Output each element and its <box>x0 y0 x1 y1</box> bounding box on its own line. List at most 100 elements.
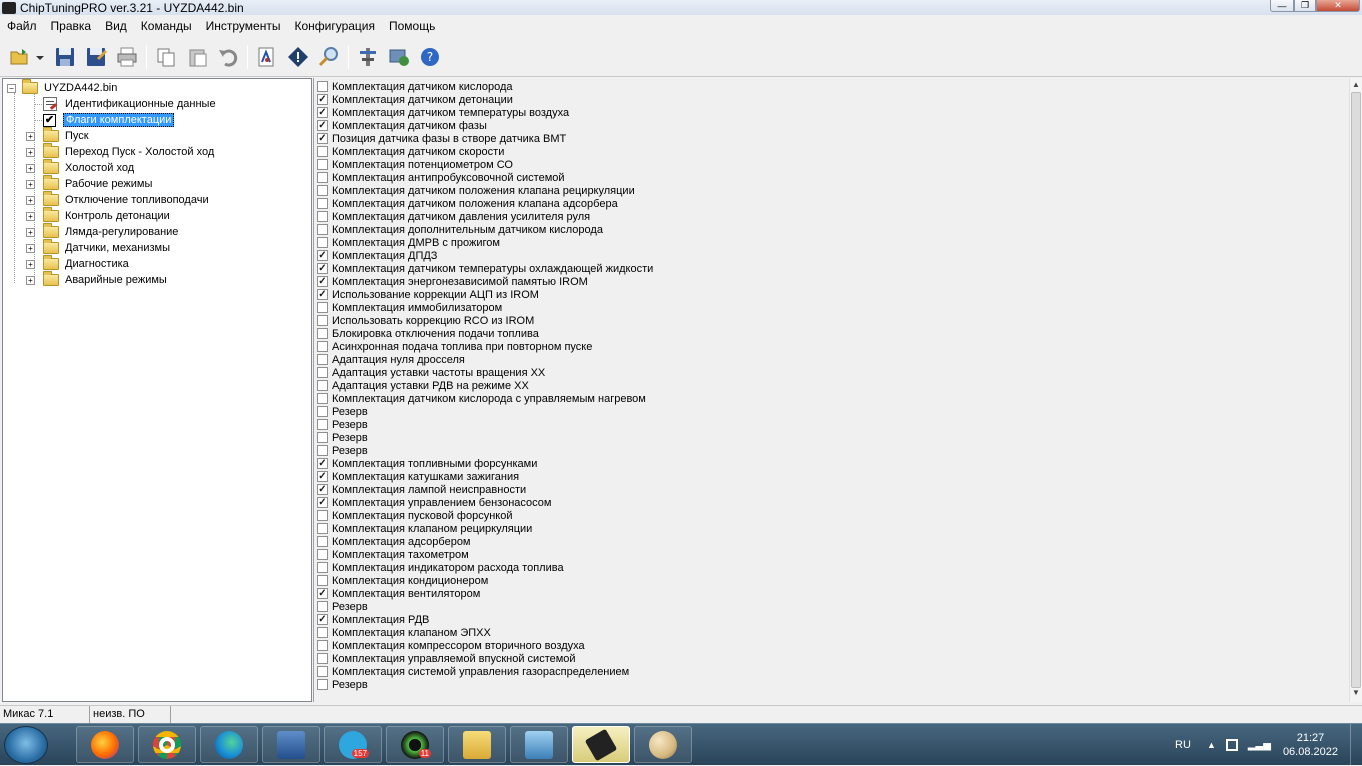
flag-row[interactable]: ✓ Комплектация катушками зажигания <box>317 470 519 483</box>
flag-row[interactable]: Использовать коррекцию RCO из IROM <box>317 314 534 327</box>
flag-row[interactable]: Асинхронная подача топлива при повторном… <box>317 340 592 353</box>
flag-row[interactable]: Комплектация кондиционером <box>317 574 488 587</box>
flag-row[interactable]: Адаптация уставки частоты вращения ХХ <box>317 366 545 379</box>
close-button[interactable]: ✕ <box>1316 0 1360 12</box>
save-as-icon[interactable] <box>84 45 108 69</box>
expand-expander[interactable]: + <box>26 275 35 285</box>
expand-expander[interactable]: + <box>26 163 35 173</box>
checkbox-checked[interactable]: ✓ <box>317 588 328 599</box>
checkbox-unchecked[interactable] <box>317 302 328 313</box>
telegram-icon[interactable]: 157 <box>324 726 382 763</box>
clock[interactable]: 21:27 06.08.2022 <box>1283 731 1338 759</box>
device-icon[interactable] <box>1225 739 1238 751</box>
flag-row[interactable]: ✓ Комплектация датчиком температуры охлаж… <box>317 262 653 275</box>
tree-item-emergency-modes[interactable]: + Аварийные режимы <box>26 271 169 288</box>
flag-row[interactable]: Комплектация адсорбером <box>317 535 471 548</box>
language-indicator[interactable]: RU <box>1175 739 1191 751</box>
tree-item-lambda[interactable]: + Лямда-регулирование <box>26 223 180 240</box>
flag-row[interactable]: Резерв <box>317 431 368 444</box>
checkbox-unchecked[interactable] <box>317 510 328 521</box>
checkbox-checked[interactable]: ✓ <box>317 120 328 131</box>
flag-row[interactable]: Комплектация датчиком положения клапана … <box>317 184 635 197</box>
checkbox-unchecked[interactable] <box>317 679 328 690</box>
game-icon[interactable]: 11 <box>386 726 444 763</box>
tools-icon[interactable] <box>356 45 380 69</box>
tree-item-flags[interactable]: ✔ Флаги комплектации <box>43 112 175 128</box>
expand-expander[interactable]: + <box>26 211 35 221</box>
undo-icon[interactable] <box>216 45 240 69</box>
chrome-icon[interactable] <box>138 726 196 763</box>
collapse-expander[interactable]: − <box>7 83 16 93</box>
flag-row[interactable]: Комплектация клапаном ЭПХХ <box>317 626 491 639</box>
checkbox-unchecked[interactable] <box>317 380 328 391</box>
tree-item-operating-modes[interactable]: + Рабочие режимы <box>26 175 154 192</box>
flag-row[interactable]: ✓ Комплектация топливными форсунками <box>317 457 537 470</box>
remote-desktop-icon[interactable] <box>262 726 320 763</box>
paste-icon[interactable] <box>186 45 210 69</box>
expand-expander[interactable]: + <box>26 243 35 253</box>
scroll-down-icon[interactable]: ▼ <box>1350 688 1362 700</box>
flag-row[interactable]: Комплектация потенциометром СО <box>317 158 513 171</box>
flag-row[interactable]: ✓ Комплектация вентилятором <box>317 587 480 600</box>
checkbox-unchecked[interactable] <box>317 536 328 547</box>
flag-row[interactable]: Адаптация нуля дросселя <box>317 353 465 366</box>
checkbox-unchecked[interactable] <box>317 653 328 664</box>
flag-row[interactable]: ✓ Комплектация управлением бензонасосом <box>317 496 551 509</box>
checkbox-unchecked[interactable] <box>317 81 328 92</box>
firefox-icon[interactable] <box>76 726 134 763</box>
checkbox-unchecked[interactable] <box>317 224 328 235</box>
flag-row[interactable]: ✓ Использование коррекции АЦП из IROM <box>317 288 539 301</box>
expand-expander[interactable]: + <box>26 179 35 189</box>
tray-expand-icon[interactable]: ▲ <box>1207 740 1216 750</box>
flag-row[interactable]: Резерв <box>317 405 368 418</box>
open-icon[interactable] <box>8 45 32 69</box>
photo-viewer-icon[interactable] <box>510 726 568 763</box>
tree-root[interactable]: − UYZDA442.bin <box>7 79 119 96</box>
checkbox-unchecked[interactable] <box>317 575 328 586</box>
menu-edit[interactable]: Правка <box>44 19 99 33</box>
checkbox-unchecked[interactable] <box>317 198 328 209</box>
scroll-thumb[interactable] <box>1351 92 1361 688</box>
checkbox-unchecked[interactable] <box>317 146 328 157</box>
checkbox-checked[interactable]: ✓ <box>317 289 328 300</box>
checkbox-checked[interactable]: ✓ <box>317 497 328 508</box>
expand-expander[interactable]: + <box>26 227 35 237</box>
checkbox-unchecked[interactable] <box>317 367 328 378</box>
checkbox-unchecked[interactable] <box>317 523 328 534</box>
tree-item-start-to-idle[interactable]: + Переход Пуск - Холостой ход <box>26 143 216 160</box>
flag-row[interactable]: ✓ Комплектация ДПДЗ <box>317 249 437 262</box>
flag-row[interactable]: Комплектация пусковой форсункой <box>317 509 513 522</box>
flag-row[interactable]: Комплектация клапаном рециркуляции <box>317 522 532 535</box>
checkbox-unchecked[interactable] <box>317 432 328 443</box>
checkbox-unchecked[interactable] <box>317 172 328 183</box>
menu-configuration[interactable]: Конфигурация <box>287 19 382 33</box>
paint-icon[interactable] <box>634 726 692 763</box>
checkbox-unchecked[interactable] <box>317 445 328 456</box>
flag-row[interactable]: Комплектация датчиком скорости <box>317 145 504 158</box>
menu-file[interactable]: Файл <box>0 19 44 33</box>
flag-row[interactable]: ✓ Комплектация энергонезависимой памятью … <box>317 275 588 288</box>
checkbox-unchecked[interactable] <box>317 185 328 196</box>
start-button[interactable] <box>4 726 48 764</box>
dropdown-arrow-icon[interactable] <box>34 45 46 69</box>
diamond-info-icon[interactable] <box>286 45 310 69</box>
flag-row[interactable]: Резерв <box>317 418 368 431</box>
tree-item-knock-control[interactable]: + Контроль детонации <box>26 207 172 224</box>
tree-item-fuel-cutoff[interactable]: + Отключение топливоподачи <box>26 191 211 208</box>
expand-expander[interactable]: + <box>26 147 35 157</box>
checkbox-checked[interactable]: ✓ <box>317 94 328 105</box>
search-icon[interactable] <box>317 45 341 69</box>
menu-commands[interactable]: Команды <box>134 19 199 33</box>
edge-icon[interactable] <box>200 726 258 763</box>
flag-row[interactable]: Комплектация управляемой впускной систем… <box>317 652 576 665</box>
flag-row[interactable]: Комплектация датчиком давления усилителя… <box>317 210 590 223</box>
checkbox-unchecked[interactable] <box>317 315 328 326</box>
menu-view[interactable]: Вид <box>98 19 134 33</box>
checkbox-unchecked[interactable] <box>317 406 328 417</box>
checkbox-checked[interactable]: ✓ <box>317 276 328 287</box>
show-desktop-button[interactable] <box>1350 724 1362 766</box>
expand-expander[interactable]: + <box>26 259 35 269</box>
print-icon[interactable] <box>115 45 139 69</box>
checkbox-unchecked[interactable] <box>317 549 328 560</box>
tree-item-diagnostics[interactable]: + Диагностика <box>26 255 131 272</box>
